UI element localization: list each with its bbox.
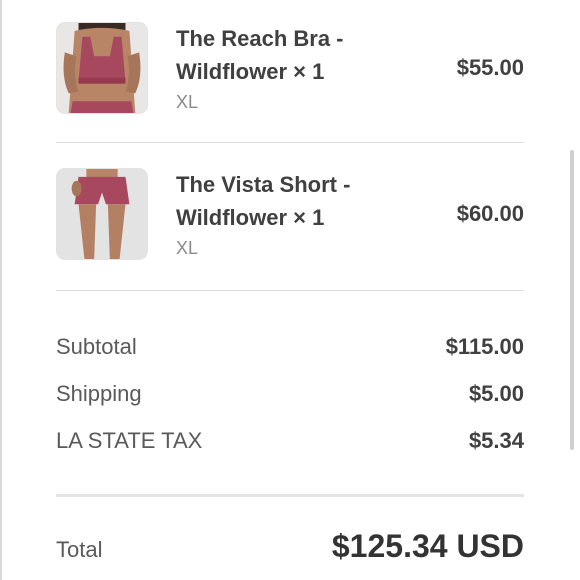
product-name-line1: The Vista Short - xyxy=(176,172,351,197)
cart-line-item: The Vista Short - Wildflower × 1 XL $60.… xyxy=(56,168,524,260)
total-value: $125.34 USD xyxy=(331,528,524,564)
product-name: The Reach Bra - Wildflower × 1 xyxy=(176,22,386,88)
tax-value: $5.34 xyxy=(468,428,524,453)
shipping-value: $5.00 xyxy=(468,381,524,406)
divider xyxy=(56,142,524,143)
product-price: $60.00 xyxy=(456,201,524,226)
shorts-photo-icon xyxy=(57,169,147,259)
left-edge-border xyxy=(0,0,2,580)
tax-row: LA STATE TAX $5.34 xyxy=(56,426,524,456)
subtotal-value: $115.00 xyxy=(445,334,524,359)
shipping-label: Shipping xyxy=(56,381,142,406)
subtotal-label: Subtotal xyxy=(56,334,137,359)
total-row: Total $125.34 USD xyxy=(56,528,524,568)
product-thumbnail-shorts[interactable] xyxy=(56,168,148,260)
product-variant: XL xyxy=(176,92,199,112)
total-label: Total xyxy=(56,537,103,562)
product-price: $55.00 xyxy=(456,55,524,80)
divider xyxy=(56,494,524,497)
subtotal-row: Subtotal $115.00 xyxy=(56,332,524,362)
shipping-row: Shipping $5.00 xyxy=(56,379,524,409)
product-name-line2: Wildflower × 1 xyxy=(176,205,325,230)
bra-photo-icon xyxy=(57,23,147,113)
tax-label: LA STATE TAX xyxy=(56,428,203,453)
product-name-line2: Wildflower × 1 xyxy=(176,59,325,84)
product-name: The Vista Short - Wildflower × 1 xyxy=(176,168,386,234)
product-thumbnail-bra[interactable] xyxy=(56,22,148,114)
scrollbar[interactable] xyxy=(570,150,574,450)
cart-line-item: The Reach Bra - Wildflower × 1 XL $55.00 xyxy=(56,22,524,114)
product-variant: XL xyxy=(176,238,199,258)
divider xyxy=(56,290,524,291)
product-name-line1: The Reach Bra - xyxy=(176,26,344,51)
